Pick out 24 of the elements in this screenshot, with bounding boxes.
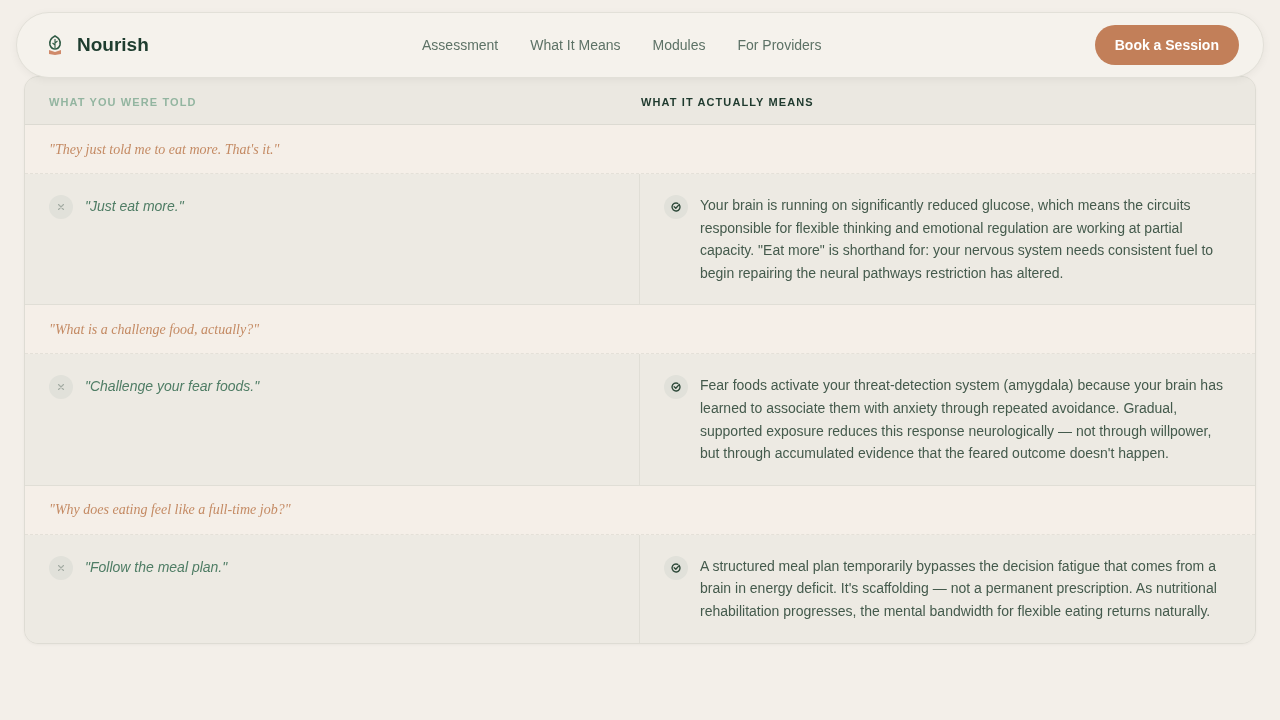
column-heading: WHAT IT ACTUALLY MEANS — [641, 95, 814, 108]
question-text: "They just told me to eat more. That's it." — [49, 140, 280, 159]
told-text: "Challenge your fear foods." — [85, 377, 260, 397]
nav-link[interactable]: Modules — [652, 34, 706, 56]
told-text: "Just eat more." — [85, 197, 184, 216]
column-heading: WHAT YOU WERE TOLD — [49, 95, 197, 108]
leaf-logo-icon — [47, 35, 63, 55]
meaning-text: A structured meal plan temporarily bypasses the decision fatigue that comes from a brain in energy deficit. It's scaffolding — not a permanent prescription. As nutritional rehabilitation progresses, the mental bandwidth for flexible eating returns naturally. — [700, 556, 1218, 621]
check-circle-icon — [664, 195, 688, 219]
nav-link[interactable]: For Providers — [737, 34, 822, 56]
question-text: "Why does eating feel like a full-time job?" — [49, 501, 291, 520]
cross-icon — [49, 555, 73, 580]
question-text: "What is a challenge food, actually?" — [49, 320, 260, 339]
check-circle-icon — [664, 375, 688, 400]
cross-icon — [49, 375, 73, 400]
nav-link[interactable]: Assessment — [422, 34, 499, 56]
brand-name: Nourish — [77, 32, 149, 57]
told-text: "Follow the meal plan." — [85, 557, 228, 577]
book-session-button[interactable]: Book a Session — [1094, 25, 1239, 65]
meaning-text: Fear foods activate your threat-detection system (amygdala) because your brain has learned to associate them with anxiety through repeated avoidance. Gradual, supported exposure reduces this response neurologically — not through willpower, but through accumulated evidence that the feared outcome doesn't happen. — [700, 376, 1224, 464]
cross-icon — [49, 195, 73, 219]
nav-link[interactable]: What It Means — [530, 34, 621, 56]
check-circle-icon — [664, 555, 688, 580]
meaning-text: Your brain is running on significantly reduced glucose, which means the circuits responsible for flexible thinking and emotional regulation are working at partial capacity. "Eat more" is shorthand for: your nervous system needs consistent fuel to begin repairing the neural pathways restriction has altered. — [700, 196, 1215, 283]
